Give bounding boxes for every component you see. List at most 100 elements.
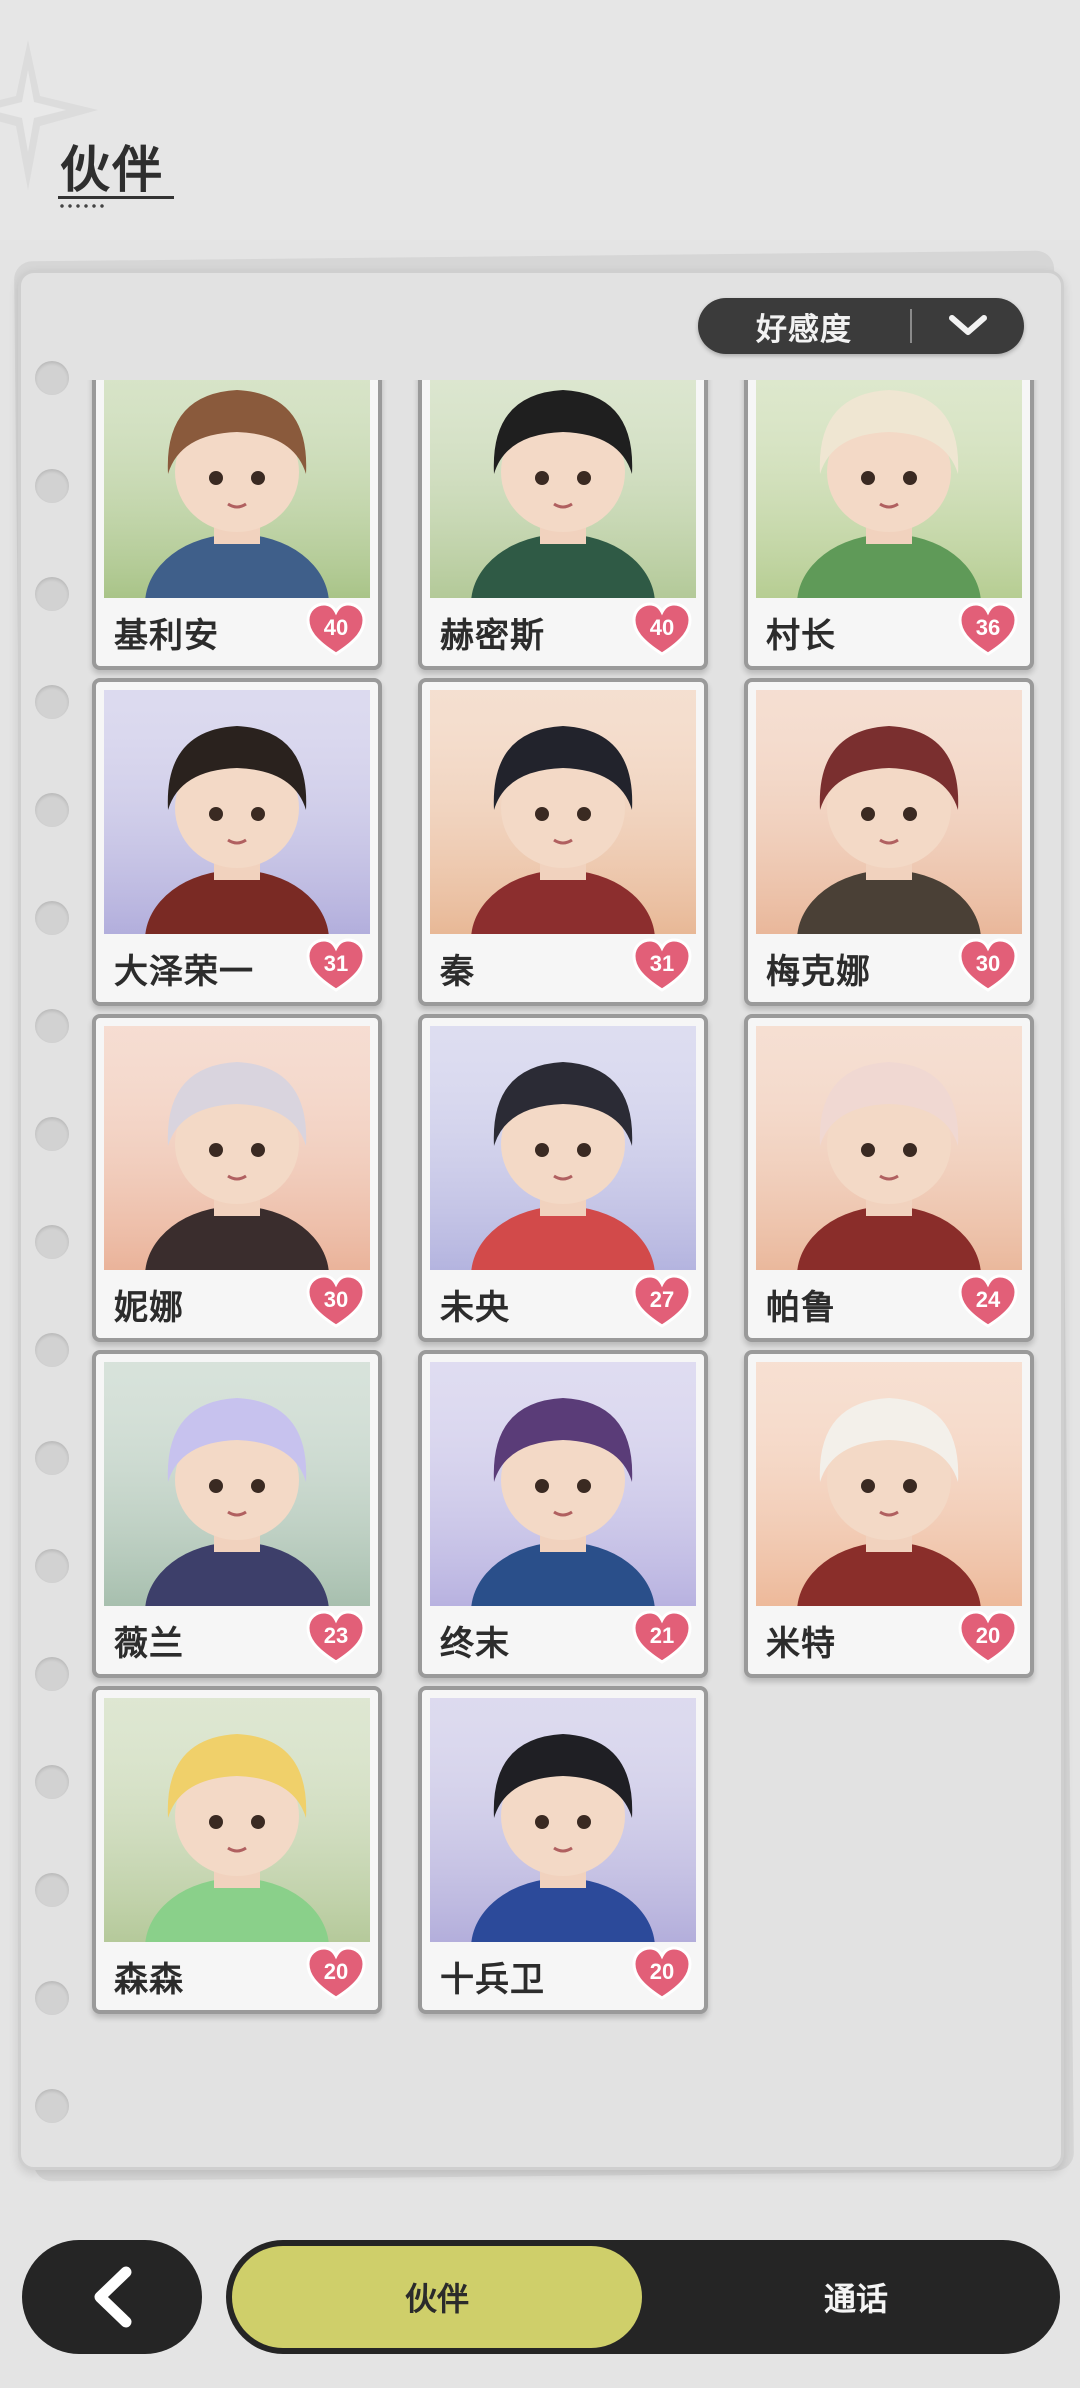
heart-icon: 20 <box>958 1610 1018 1666</box>
companion-portrait <box>430 1362 696 1606</box>
companion-portrait <box>756 380 1022 598</box>
binder-hole <box>35 2089 69 2123</box>
companion-portrait <box>430 1026 696 1270</box>
companion-name: 十兵卫 <box>440 1961 545 1999</box>
affinity-value: 24 <box>975 1287 1001 1312</box>
companion-card[interactable]: 十兵卫 20 <box>418 1686 708 2014</box>
companion-card[interactable]: 村长 36 <box>744 380 1034 670</box>
binder-hole <box>35 793 69 827</box>
companion-card[interactable]: 帕鲁 24 <box>744 1014 1034 1342</box>
title-underline <box>58 196 174 199</box>
tab-bar: 伙伴 通话 <box>226 2240 1060 2354</box>
chevron-left-icon <box>94 2266 132 2328</box>
companion-portrait <box>104 1698 370 1942</box>
companion-grid[interactable]: 基利安 40 赫密斯 40 村长 36 大泽荣一 31 秦 31 梅克娜 30 妮娜 30 未央 27 帕鲁 24… <box>80 380 1040 2150</box>
companion-name: 妮娜 <box>114 1289 184 1327</box>
affinity-value: 20 <box>649 1959 675 1984</box>
affinity-value: 36 <box>975 615 1001 640</box>
companion-name: 村长 <box>766 617 836 655</box>
back-button[interactable] <box>22 2240 202 2354</box>
binder-hole <box>35 1765 69 1799</box>
companion-name: 基利安 <box>114 617 219 655</box>
companion-name: 终末 <box>440 1625 510 1663</box>
affinity-value: 23 <box>323 1623 349 1648</box>
binder-hole <box>35 685 69 719</box>
chevron-down-icon <box>912 314 1024 338</box>
binder-hole <box>35 1873 69 1907</box>
companion-card[interactable]: 米特 20 <box>744 1350 1034 1678</box>
companion-portrait <box>104 690 370 934</box>
companion-name: 森森 <box>114 1961 184 1999</box>
affinity-value: 20 <box>975 1623 1001 1648</box>
heart-icon: 24 <box>958 1274 1018 1330</box>
sort-dropdown[interactable]: 好感度 <box>698 298 1024 354</box>
companion-name: 米特 <box>766 1625 836 1663</box>
affinity-value: 31 <box>323 951 349 976</box>
heart-icon: 30 <box>306 1274 366 1330</box>
companion-portrait <box>104 1362 370 1606</box>
affinity-value: 40 <box>323 615 349 640</box>
binder-hole <box>35 901 69 935</box>
companion-portrait <box>756 1026 1022 1270</box>
companion-card[interactable]: 秦 31 <box>418 678 708 1006</box>
page-title: 伙伴 <box>60 142 164 198</box>
affinity-value: 31 <box>649 951 675 976</box>
heart-icon: 36 <box>958 602 1018 658</box>
companion-portrait <box>430 1698 696 1942</box>
companion-name: 赫密斯 <box>440 617 545 655</box>
binder-hole <box>35 1333 69 1367</box>
companion-portrait <box>104 380 370 598</box>
companion-card[interactable]: 森森 20 <box>92 1686 382 2014</box>
binder-hole <box>35 469 69 503</box>
companion-portrait <box>756 690 1022 934</box>
heart-icon: 27 <box>632 1274 692 1330</box>
companion-card[interactable]: 赫密斯 40 <box>418 380 708 670</box>
affinity-value: 30 <box>323 1287 349 1312</box>
heart-icon: 30 <box>958 938 1018 994</box>
companion-name: 未央 <box>440 1289 510 1327</box>
header-band <box>0 0 1080 240</box>
tab-companions[interactable]: 伙伴 <box>232 2246 642 2348</box>
binder-hole <box>35 577 69 611</box>
binder-hole <box>35 1441 69 1475</box>
tab-call[interactable]: 通话 <box>656 2246 1056 2348</box>
heart-icon: 20 <box>306 1946 366 2002</box>
heart-icon: 31 <box>306 938 366 994</box>
companion-card[interactable]: 未央 27 <box>418 1014 708 1342</box>
binder-hole <box>35 1117 69 1151</box>
heart-icon: 20 <box>632 1946 692 2002</box>
heart-icon: 40 <box>632 602 692 658</box>
affinity-value: 21 <box>649 1623 675 1648</box>
companion-name: 秦 <box>440 953 475 991</box>
heart-icon: 40 <box>306 602 366 658</box>
binder-hole <box>35 1225 69 1259</box>
companion-card[interactable]: 大泽荣一 31 <box>92 678 382 1006</box>
companion-name: 大泽荣一 <box>114 953 254 991</box>
companion-portrait <box>430 380 696 598</box>
heart-icon: 23 <box>306 1610 366 1666</box>
binder-hole <box>35 1009 69 1043</box>
binder-hole <box>35 361 69 395</box>
companion-card[interactable]: 薇兰 23 <box>92 1350 382 1678</box>
companion-card[interactable]: 妮娜 30 <box>92 1014 382 1342</box>
companion-name: 梅克娜 <box>766 953 871 991</box>
companion-name: 薇兰 <box>114 1625 184 1663</box>
heart-icon: 31 <box>632 938 692 994</box>
affinity-value: 20 <box>323 1959 349 1984</box>
companion-card[interactable]: 梅克娜 30 <box>744 678 1034 1006</box>
companion-portrait <box>430 690 696 934</box>
binder-hole <box>35 1549 69 1583</box>
affinity-value: 40 <box>649 615 675 640</box>
heart-icon: 21 <box>632 1610 692 1666</box>
companion-portrait <box>756 1362 1022 1606</box>
binder-hole <box>35 1657 69 1691</box>
affinity-value: 27 <box>649 1287 675 1312</box>
affinity-value: 30 <box>975 951 1001 976</box>
sort-label: 好感度 <box>756 311 852 347</box>
companion-card[interactable]: 终末 21 <box>418 1350 708 1678</box>
companion-name: 帕鲁 <box>766 1289 836 1327</box>
companion-card[interactable]: 基利安 40 <box>92 380 382 670</box>
binder-hole <box>35 1981 69 2015</box>
title-dots <box>58 204 108 208</box>
companion-portrait <box>104 1026 370 1270</box>
